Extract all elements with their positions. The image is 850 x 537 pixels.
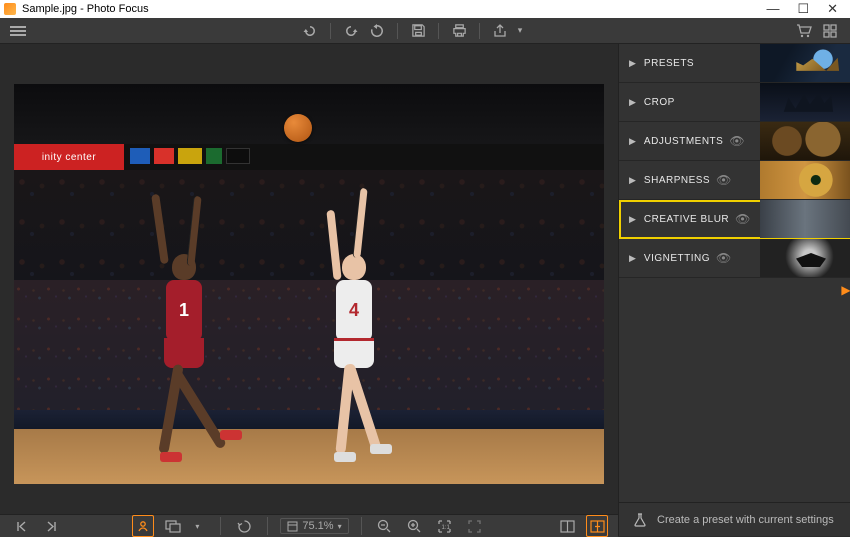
panel-label: ADJUSTMENTS <box>644 136 723 147</box>
photo-content: inity center 1 <box>14 84 604 484</box>
share-chevron-icon[interactable]: ▾ <box>510 21 530 41</box>
panel-thumb <box>760 161 850 199</box>
caret-icon: ▶ <box>629 97 636 108</box>
fit-screen-icon <box>287 521 298 532</box>
panel-creative-blur[interactable]: ▶ CREATIVE BLUR 👁 <box>619 200 850 239</box>
visibility-icon[interactable]: 👁 <box>716 251 731 265</box>
jersey-number: 4 <box>336 280 372 340</box>
jersey-number: 1 <box>166 280 202 340</box>
panel-crop[interactable]: ▶ CROP <box>619 83 850 122</box>
split-view-icon[interactable] <box>586 515 608 537</box>
compare-view-icon[interactable] <box>162 515 184 537</box>
svg-text:1:1: 1:1 <box>442 525 451 531</box>
app-icon <box>4 3 16 15</box>
menu-button[interactable] <box>10 24 26 38</box>
reset-icon[interactable] <box>367 21 387 41</box>
create-preset-label: Create a preset with current settings <box>657 514 834 526</box>
caret-icon: ▶ <box>629 175 636 186</box>
share-icon[interactable] <box>490 21 510 41</box>
print-icon[interactable] <box>449 21 469 41</box>
history-group: ▾ <box>300 21 530 41</box>
caret-icon: ▶ <box>629 136 636 147</box>
panel-sharpness[interactable]: ▶ SHARPNESS 👁 <box>619 161 850 200</box>
redo-icon[interactable] <box>341 21 361 41</box>
panel-thumb <box>760 200 850 238</box>
next-image-icon[interactable] <box>40 515 62 537</box>
panel-label: SHARPNESS <box>644 175 710 186</box>
panel-list: ▶ PRESETS ▶ CROP ▶ ADJUSTMENTS 👁 ▶ SHARP… <box>619 44 850 502</box>
maximize-button[interactable]: ☐ <box>797 1 809 17</box>
right-panel: ▶ PRESETS ▶ CROP ▶ ADJUSTMENTS 👁 ▶ SHARP… <box>618 44 850 536</box>
undo-icon[interactable] <box>300 21 320 41</box>
left-pane: inity center 1 <box>0 44 618 536</box>
panel-label: PRESETS <box>644 58 694 69</box>
divider <box>397 23 398 39</box>
visibility-icon[interactable]: 👁 <box>729 134 744 148</box>
divider <box>438 23 439 39</box>
main-layout: inity center 1 <box>0 44 850 536</box>
zoom-in-icon[interactable] <box>404 515 426 537</box>
actual-size-icon[interactable]: 1:1 <box>434 515 456 537</box>
panel-thumb <box>760 83 850 121</box>
player-defender: 1 <box>164 254 204 368</box>
panel-thumb <box>760 239 850 277</box>
basketball <box>284 114 312 142</box>
caret-icon: ▶ <box>629 253 636 264</box>
player-shooter: 4 <box>334 254 374 368</box>
panel-label: CREATIVE BLUR <box>644 214 729 225</box>
panel-vignetting[interactable]: ▶ VIGNETTING 👁 <box>619 239 850 278</box>
fit-icon[interactable] <box>464 515 486 537</box>
caret-icon: ▶ <box>629 58 636 69</box>
divider <box>267 517 268 535</box>
zoom-out-icon[interactable] <box>374 515 396 537</box>
zoom-value: 75.1% <box>302 520 333 532</box>
minimize-button[interactable]: — <box>766 1 779 17</box>
panel-thumb <box>760 122 850 160</box>
arena-sign: inity center <box>14 144 124 170</box>
visibility-icon[interactable]: 👁 <box>735 212 750 226</box>
compare-chevron-icon[interactable]: ▾ <box>186 515 208 537</box>
caret-icon: ▶ <box>629 214 636 225</box>
zoom-chevron-icon: ▾ <box>338 522 342 531</box>
collapse-handle-icon[interactable]: ▶ <box>842 275 850 305</box>
window-controls: — ☐ ✕ <box>766 1 846 17</box>
top-toolbar: ▾ <box>0 18 850 44</box>
divider <box>330 23 331 39</box>
view-group <box>794 21 840 41</box>
panel-label: VIGNETTING <box>644 253 710 264</box>
divider <box>220 517 221 535</box>
titlebar: Sample.jpg - Photo Focus — ☐ ✕ <box>0 0 850 18</box>
panel-presets[interactable]: ▶ PRESETS <box>619 44 850 83</box>
window-title: Sample.jpg - Photo Focus <box>22 3 766 15</box>
panel-adjustments[interactable]: ▶ ADJUSTMENTS 👁 <box>619 122 850 161</box>
divider <box>479 23 480 39</box>
close-button[interactable]: ✕ <box>827 1 838 17</box>
bottom-toolbar: ▾ 75.1% ▾ 1:1 <box>0 514 618 537</box>
cart-icon[interactable] <box>794 21 814 41</box>
photo-canvas[interactable]: inity center 1 <box>14 84 604 484</box>
panel-thumb <box>760 44 850 82</box>
zoom-level[interactable]: 75.1% ▾ <box>280 518 348 534</box>
grid-view-icon[interactable] <box>820 21 840 41</box>
rotate-icon[interactable] <box>233 515 255 537</box>
panel-label: CROP <box>644 97 675 108</box>
flask-icon <box>633 513 647 527</box>
divider <box>361 517 362 535</box>
before-after-icon[interactable] <box>556 515 578 537</box>
save-icon[interactable] <box>408 21 428 41</box>
visibility-icon[interactable]: 👁 <box>716 173 731 187</box>
prev-image-icon[interactable] <box>10 515 32 537</box>
canvas-area: inity center 1 <box>0 44 618 514</box>
create-preset-button[interactable]: Create a preset with current settings <box>619 502 850 536</box>
single-view-icon[interactable] <box>132 515 154 537</box>
